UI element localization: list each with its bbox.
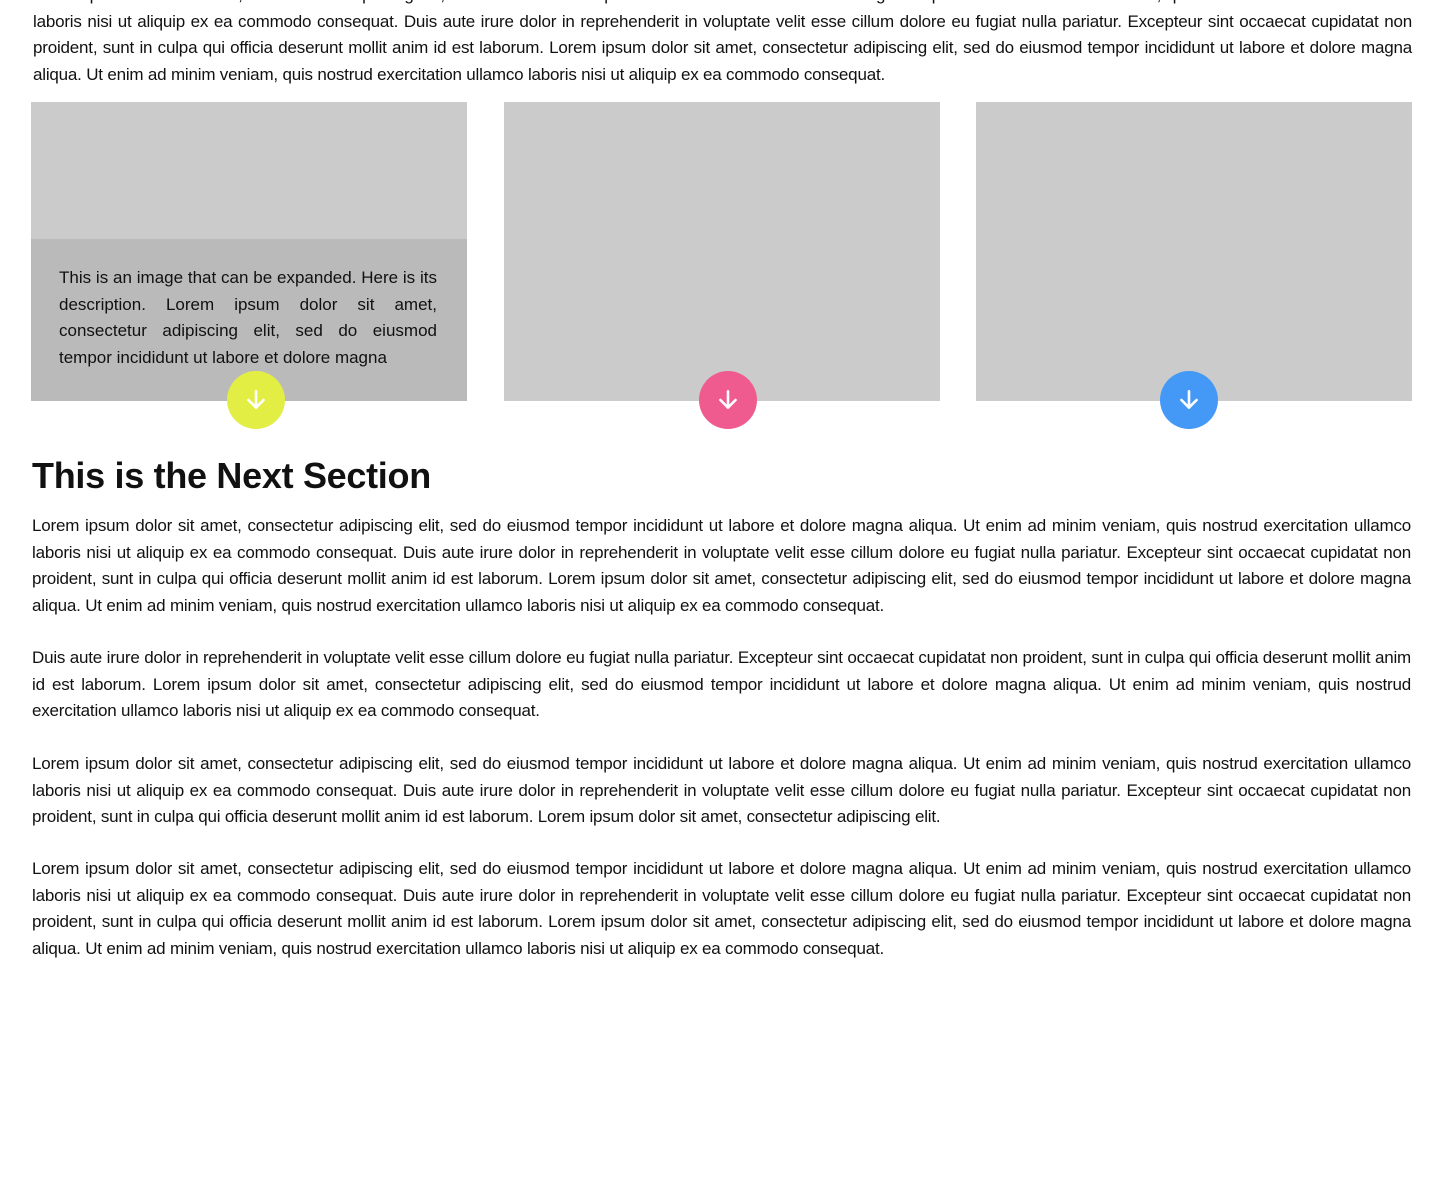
body-paragraph: Lorem ipsum dolor sit amet, consectetur … (32, 859, 1411, 958)
arrow-down-icon (1180, 390, 1198, 409)
expandable-image-card[interactable]: This is an image that can be expanded. H… (31, 102, 467, 401)
expandable-image-card[interactable] (976, 102, 1412, 401)
expand-button[interactable] (1160, 371, 1218, 429)
body-paragraph: Lorem ipsum dolor sit amet, consectetur … (32, 754, 1411, 826)
arrow-down-icon (247, 390, 265, 409)
expandable-image-card[interactable] (504, 102, 940, 401)
image-description: This is an image that can be expanded. H… (59, 268, 437, 367)
section-heading: This is the Next Section (32, 455, 431, 496)
arrow-down-icon (719, 390, 737, 409)
intro-paragraph: Lorem ipsum dolor sit amet, consectetur … (33, 0, 1412, 84)
expand-button[interactable] (227, 371, 285, 429)
expand-button[interactable] (699, 371, 757, 429)
body-paragraph: Duis aute irure dolor in reprehenderit i… (32, 648, 1411, 720)
body-paragraph: Lorem ipsum dolor sit amet, consectetur … (32, 516, 1411, 615)
